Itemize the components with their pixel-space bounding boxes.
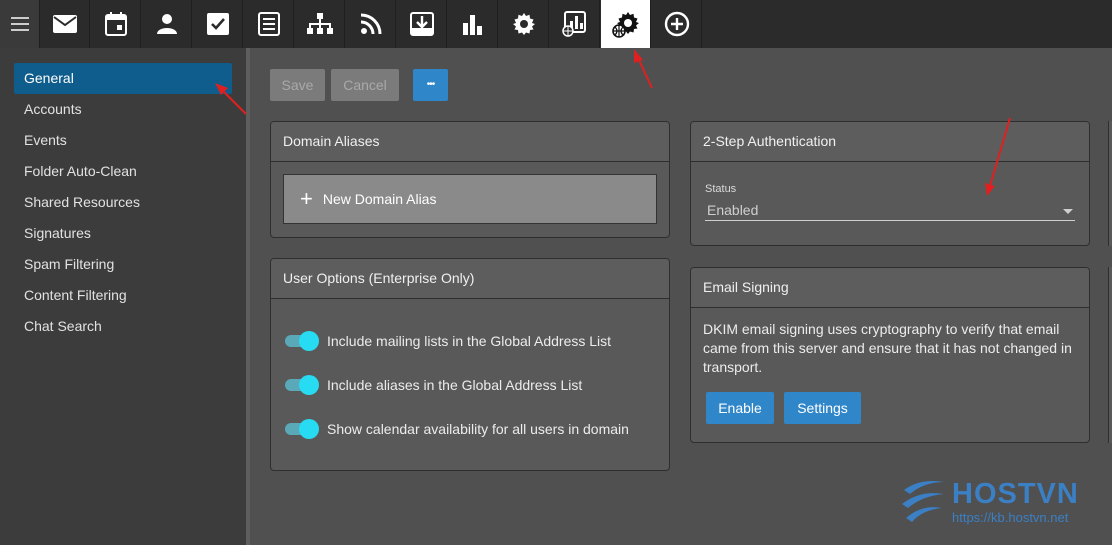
contacts-icon [156,14,177,34]
hostvn-swirl-icon [902,481,944,522]
toggle-row: Include mailing lists in the Global Addr… [285,330,611,352]
calendar-button[interactable] [91,0,141,48]
reports-icon [462,15,482,35]
more-options-button[interactable]: ••• [413,69,448,101]
logo-brand: HOSTVN [952,478,1079,510]
offscreen-panel-edge [1108,121,1112,246]
select-underline [705,220,1075,221]
sidebar-item-shared-resources[interactable]: Shared Resources [14,187,232,218]
mailing-lists-toggle[interactable] [285,330,319,352]
domain-reports-icon [561,11,586,37]
email-signing-panel: Email Signing DKIM email signing uses cr… [690,267,1090,443]
notes-icon [257,12,280,36]
sidebar-item-signatures[interactable]: Signatures [14,218,232,249]
rss-icon [360,13,381,35]
sidebar: General Accounts Events Folder Auto-Clea… [0,48,246,545]
menu-icon [10,17,29,31]
rss-button[interactable] [346,0,396,48]
gear-icon [512,13,535,35]
status-label: Status [705,183,737,195]
domain-settings-button[interactable] [601,0,651,48]
contacts-button[interactable] [142,0,192,48]
dkim-description: DKIM email signing uses cryptography to … [703,321,1072,375]
hostvn-logo: HOSTVN https://kb.hostvn.net [900,476,1095,528]
toggle-row: Include aliases in the Global Address Li… [285,374,582,396]
sitemap-icon [306,13,333,34]
sidebar-item-spam-filtering[interactable]: Spam Filtering [14,249,232,280]
sidebar-item-content-filtering[interactable]: Content Filtering [14,280,232,311]
panel-title: Email Signing [691,268,1089,308]
sidebar-item-chat-search[interactable]: Chat Search [14,311,232,342]
sidebar-item-general[interactable]: General [14,63,232,94]
sidebar-item-events[interactable]: Events [14,125,232,156]
menu-button[interactable] [0,0,40,48]
offscreen-panel-edge [1108,333,1112,443]
main-content: Save Cancel ••• Domain Aliases + New Dom… [250,48,1112,545]
notes-button[interactable] [244,0,294,48]
new-domain-alias-label: New Domain Alias [322,191,437,207]
aliases-toggle[interactable] [285,374,319,396]
add-icon [664,11,689,37]
logo-url: https://kb.hostvn.net [952,510,1069,525]
toggle-row: Show calendar availability for all users… [285,418,629,440]
top-toolbar [0,0,1112,48]
download-button[interactable] [397,0,447,48]
mail-icon [52,15,77,33]
settings-button[interactable] [499,0,549,48]
two-step-auth-panel: 2-Step Authentication Status Enabled [690,121,1090,246]
add-button[interactable] [652,0,702,48]
new-domain-alias-button[interactable]: + New Domain Alias [283,174,657,224]
settings-button[interactable]: Settings [784,392,861,424]
chevron-down-icon[interactable] [1063,209,1073,214]
toggle-label: Show calendar availability for all users… [327,421,629,437]
enable-button[interactable]: Enable [706,392,774,424]
cancel-button[interactable]: Cancel [331,69,399,101]
tasks-icon [206,13,229,35]
save-button[interactable]: Save [270,69,325,101]
reports-button[interactable] [448,0,498,48]
calendar-icon [104,12,127,36]
tasks-button[interactable] [193,0,243,48]
domain-settings-icon [611,12,639,38]
panel-title: User Options (Enterprise Only) [271,259,669,299]
sidebar-item-folder-auto-clean[interactable]: Folder Auto-Clean [14,156,232,187]
toggle-label: Include mailing lists in the Global Addr… [327,333,612,349]
download-icon [409,12,434,36]
mail-button[interactable] [40,0,90,48]
sidebar-item-accounts[interactable]: Accounts [14,94,232,125]
panel-title: Domain Aliases [271,122,669,162]
user-options-panel: User Options (Enterprise Only) Include m… [270,258,670,471]
domain-reports-button[interactable] [550,0,600,48]
sitemap-button[interactable] [295,0,345,48]
calendar-availability-toggle[interactable] [285,418,319,440]
domain-aliases-panel: Domain Aliases + New Domain Alias [270,121,670,238]
plus-icon: + [300,186,313,211]
status-select[interactable]: Enabled [707,202,758,218]
toggle-label: Include aliases in the Global Address Li… [327,377,583,393]
panel-title: 2-Step Authentication [691,122,1089,162]
